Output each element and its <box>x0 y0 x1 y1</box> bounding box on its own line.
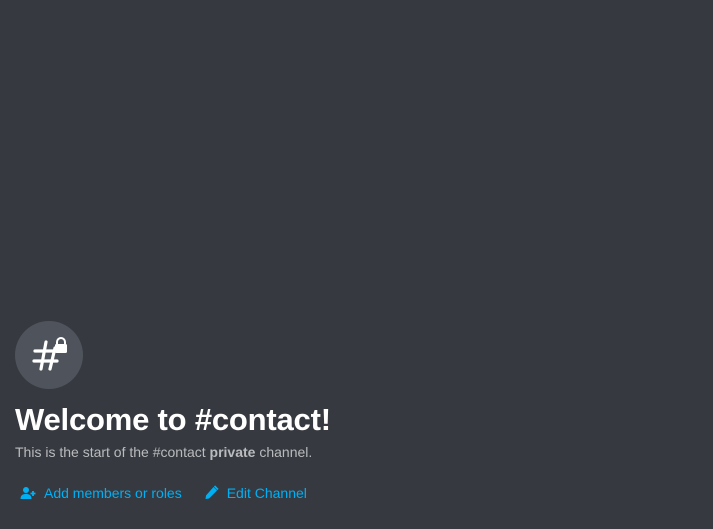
page-title: Welcome to #contact! <box>15 402 331 437</box>
add-members-label: Add members or roles <box>44 485 182 501</box>
add-user-icon <box>20 485 36 501</box>
welcome-actions: Add members or roles Edit Channel <box>20 483 695 503</box>
channel-welcome: Welcome to #contact! This is the start o… <box>15 321 695 503</box>
channel-badge <box>15 321 83 389</box>
edit-channel-button[interactable]: Edit Channel <box>203 483 307 503</box>
description-suffix: channel. <box>255 444 313 460</box>
pencil-icon <box>203 485 219 501</box>
private-label: private <box>209 444 256 460</box>
edit-channel-label: Edit Channel <box>226 485 307 501</box>
add-members-button[interactable]: Add members or roles <box>20 483 182 503</box>
chat-area: Welcome to #contact! This is the start o… <box>0 0 713 529</box>
channel-description: This is the start of the #contact privat… <box>15 442 695 462</box>
hashtag-lock-icon <box>28 334 70 376</box>
description-prefix: This is the start of the #contact <box>15 444 210 460</box>
